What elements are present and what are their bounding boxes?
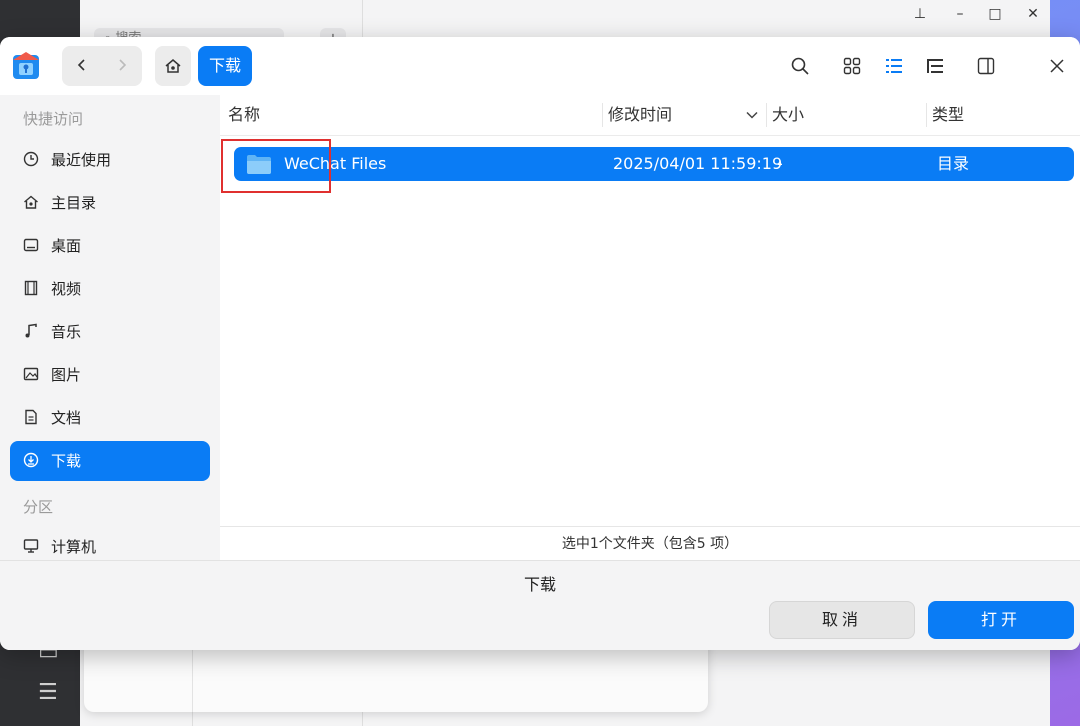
document-icon — [22, 408, 40, 426]
home-icon — [165, 59, 181, 73]
file-type: 目录 — [937, 154, 970, 173]
file-manager-logo — [13, 52, 39, 79]
sidebar-item-downloads[interactable]: 下载 — [10, 441, 210, 481]
column-separator[interactable] — [926, 103, 927, 127]
clock-icon — [22, 150, 40, 168]
sidebar-section-quick-access: 快捷访问 — [23, 110, 84, 128]
pin-icon[interactable]: ⊥ — [910, 4, 930, 24]
sidebar-section-partitions: 分区 — [23, 498, 54, 516]
icon-view-icon[interactable] — [840, 54, 864, 78]
chevron-down-icon[interactable] — [745, 107, 759, 126]
download-icon — [22, 451, 40, 469]
menu-icon[interactable]: ☰ — [38, 680, 58, 705]
list-view-icon[interactable] — [882, 54, 906, 78]
file-open-dialog: 下载 快捷访问 最近使用 主目录 桌面 视频 音乐 图片 文档 下载 分区 计算… — [0, 37, 1080, 650]
dialog-footer: 下载 取消 打开 — [0, 560, 1080, 650]
desktop-icon — [22, 236, 40, 254]
window-close-icon[interactable]: ✕ — [1023, 4, 1043, 24]
column-header-size[interactable]: 大小 — [772, 95, 804, 135]
dialog-titlebar: 下载 — [0, 37, 1080, 95]
image-icon — [22, 365, 40, 383]
sidebar-item-home[interactable]: 主目录 — [10, 183, 210, 223]
column-separator[interactable] — [766, 103, 767, 127]
dialog-close-icon[interactable] — [1045, 54, 1069, 78]
home-icon — [22, 193, 40, 211]
forward-button[interactable] — [102, 46, 142, 86]
preview-pane-icon[interactable] — [974, 54, 998, 78]
background-column-divider — [192, 648, 193, 712]
computer-icon — [22, 537, 40, 555]
folder-icon — [247, 155, 271, 174]
film-icon — [22, 279, 40, 297]
file-size: - — [777, 154, 783, 173]
column-header-modified[interactable]: 修改时间 — [608, 95, 672, 135]
column-header-type[interactable]: 类型 — [932, 95, 964, 135]
chevron-left-icon — [77, 59, 85, 71]
sidebar-item-videos[interactable]: 视频 — [10, 269, 210, 309]
status-text: 选中1个文件夹（包含5 项） — [220, 526, 1080, 561]
sidebar: 快捷访问 最近使用 主目录 桌面 视频 音乐 图片 文档 下载 分区 计算机 — [0, 95, 220, 560]
sidebar-item-desktop[interactable]: 桌面 — [10, 226, 210, 266]
sidebar-item-recent[interactable]: 最近使用 — [10, 140, 210, 180]
chevron-right-icon — [119, 59, 127, 71]
sidebar-item-label: 文档 — [51, 409, 82, 427]
sidebar-item-label: 音乐 — [51, 323, 82, 341]
sidebar-item-label: 下载 — [51, 452, 82, 470]
file-modified: 2025/04/01 11:59:19 — [613, 154, 783, 173]
file-list-header: 名称 修改时间 大小 类型 — [220, 95, 1080, 136]
back-button[interactable] — [62, 46, 102, 86]
sidebar-item-music[interactable]: 音乐 — [10, 312, 210, 352]
sidebar-item-documents[interactable]: 文档 — [10, 398, 210, 438]
navigation-buttons — [62, 46, 142, 86]
sidebar-item-label: 最近使用 — [51, 151, 112, 169]
maximize-icon[interactable]: □ — [985, 4, 1005, 24]
column-header-name[interactable]: 名称 — [228, 95, 260, 135]
breadcrumb-current[interactable]: 下载 — [198, 46, 252, 86]
sidebar-item-label: 视频 — [51, 280, 82, 298]
open-button[interactable]: 打开 — [928, 601, 1074, 639]
search-icon[interactable] — [788, 54, 812, 78]
cancel-button[interactable]: 取消 — [769, 601, 915, 639]
column-separator[interactable] — [602, 103, 603, 127]
music-icon — [22, 322, 40, 340]
tree-view-icon[interactable] — [923, 54, 947, 78]
current-folder-label: 下载 — [523, 575, 556, 594]
sidebar-item-label: 主目录 — [51, 194, 97, 212]
home-button[interactable] — [155, 46, 191, 86]
file-row[interactable]: WeChat Files 2025/04/01 11:59:19 - 目录 — [234, 147, 1074, 181]
sidebar-item-label: 桌面 — [51, 237, 82, 255]
minimize-icon[interactable]: – — [950, 4, 970, 24]
sidebar-item-label: 图片 — [51, 366, 82, 384]
file-name: WeChat Files — [284, 154, 387, 173]
sidebar-item-pictures[interactable]: 图片 — [10, 355, 210, 395]
